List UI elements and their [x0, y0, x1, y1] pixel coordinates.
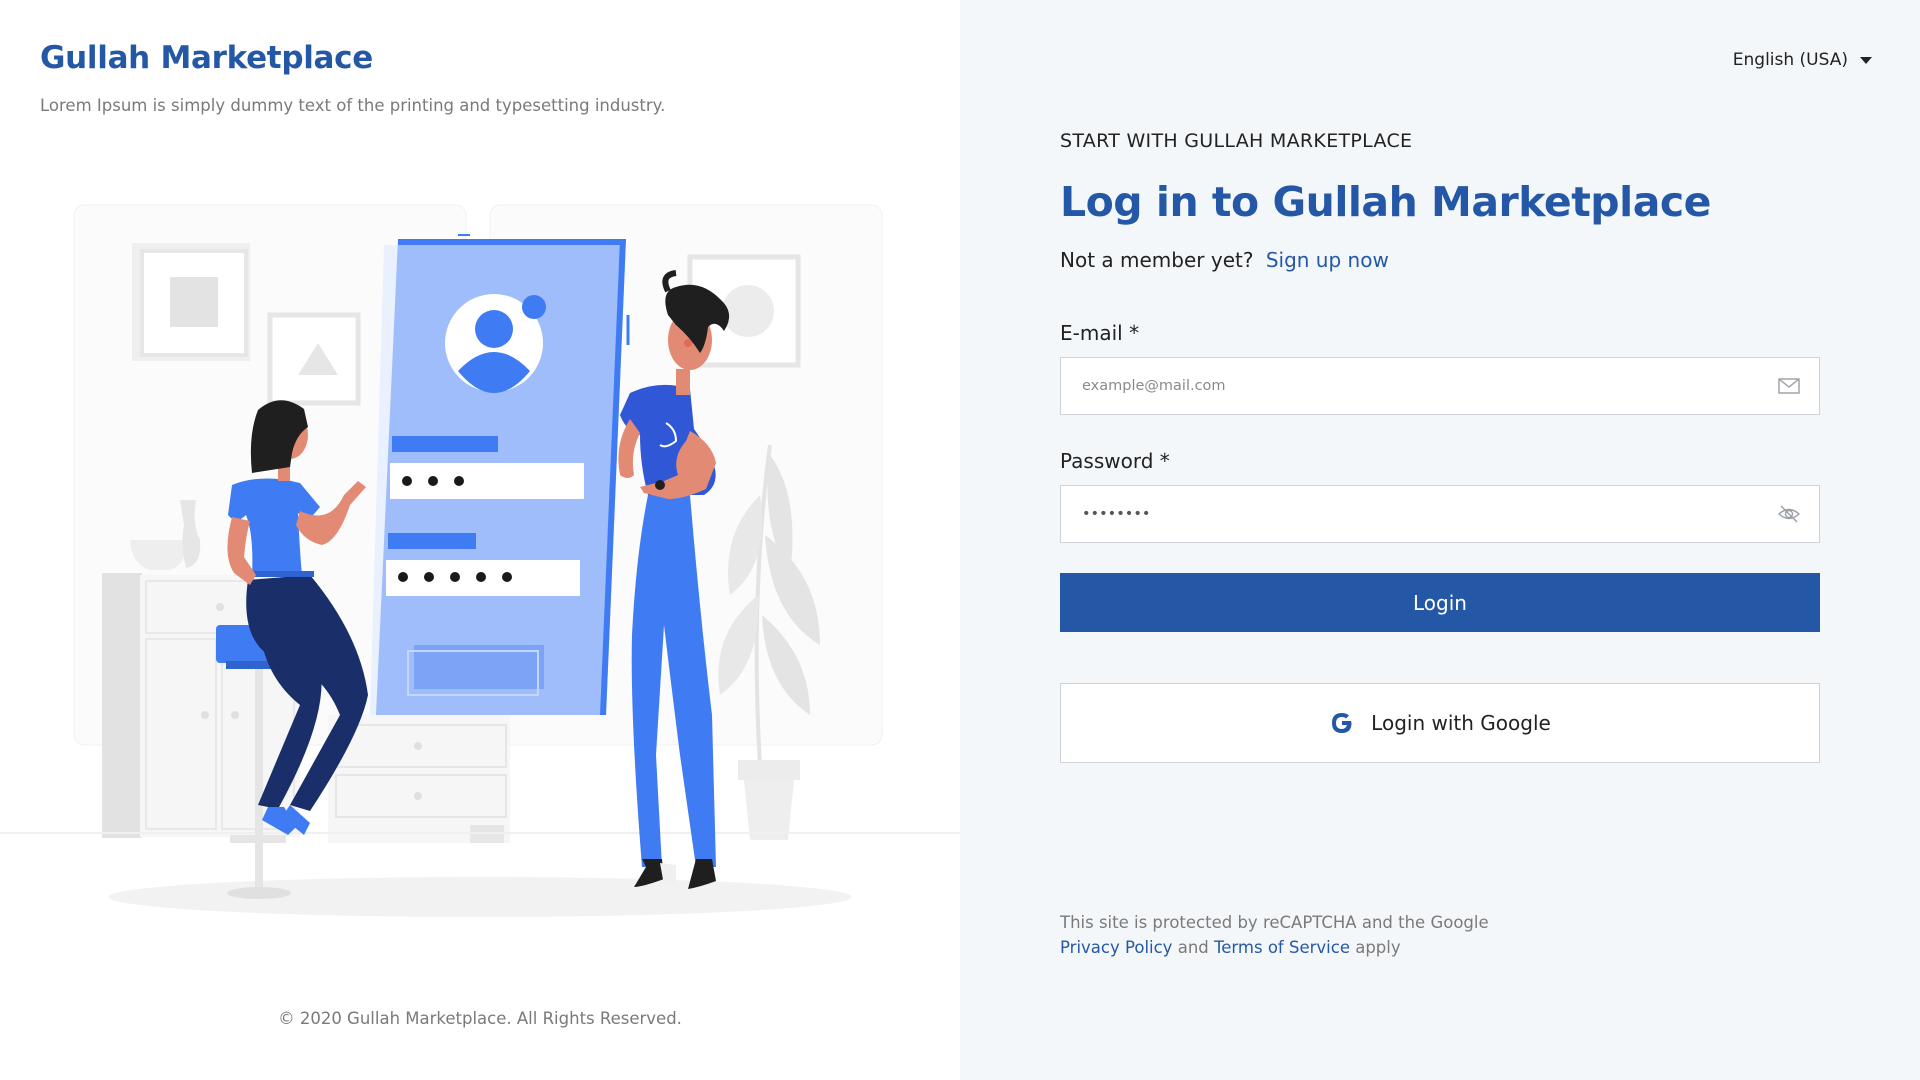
email-label: E-mail *: [1060, 321, 1140, 345]
and-text: and: [1177, 938, 1209, 957]
login-illustration: [0, 204, 960, 917]
privacy-policy-link[interactable]: Privacy Policy: [1060, 938, 1172, 957]
password-field[interactable]: [1080, 505, 1777, 523]
apply-text: apply: [1355, 938, 1401, 957]
copyright-footer: © 2020 Gullah Marketplace. All Rights Re…: [278, 1009, 682, 1028]
member-prompt-row: Not a member yet? Sign up now: [1060, 248, 1820, 272]
left-panel: Gullah Marketplace Lorem Ipsum is simply…: [0, 0, 960, 1080]
language-selector[interactable]: English (USA): [1733, 50, 1872, 70]
login-button[interactable]: Login: [1060, 573, 1820, 632]
mail-icon: [1777, 374, 1801, 398]
terms-of-service-link[interactable]: Terms of Service: [1214, 938, 1350, 957]
google-login-button[interactable]: Login with Google: [1060, 683, 1820, 763]
eye-slash-icon[interactable]: [1777, 502, 1801, 526]
password-label: Password *: [1060, 449, 1170, 473]
google-icon: [1329, 710, 1355, 736]
brand-tagline: Lorem Ipsum is simply dummy text of the …: [40, 96, 666, 115]
signup-link[interactable]: Sign up now: [1266, 248, 1389, 272]
password-field-container: [1060, 485, 1820, 543]
form-eyebrow: START WITH GULLAH MARKETPLACE: [1060, 130, 1413, 152]
recaptcha-line: This site is protected by reCAPTCHA and …: [1060, 913, 1489, 932]
language-label: English (USA): [1732, 50, 1848, 70]
email-field-container: [1060, 357, 1820, 415]
right-panel: English (USA) START WITH GULLAH MARKETPL…: [960, 0, 1920, 1080]
recaptcha-links-line: Privacy Policy and Terms of Service appl…: [1060, 935, 1489, 960]
caret-down-icon: [1860, 56, 1872, 64]
recaptcha-notice: This site is protected by reCAPTCHA and …: [1060, 910, 1489, 960]
brand-title: Gullah Marketplace: [40, 40, 373, 76]
email-field[interactable]: [1080, 377, 1777, 395]
page-title: Log in to Gullah Marketplace: [1060, 178, 1712, 226]
login-form: START WITH GULLAH MARKETPLACE Log in to …: [1060, 130, 1820, 763]
google-button-label: Login with Google: [1371, 711, 1551, 735]
member-prompt-text: Not a member yet?: [1060, 248, 1254, 272]
